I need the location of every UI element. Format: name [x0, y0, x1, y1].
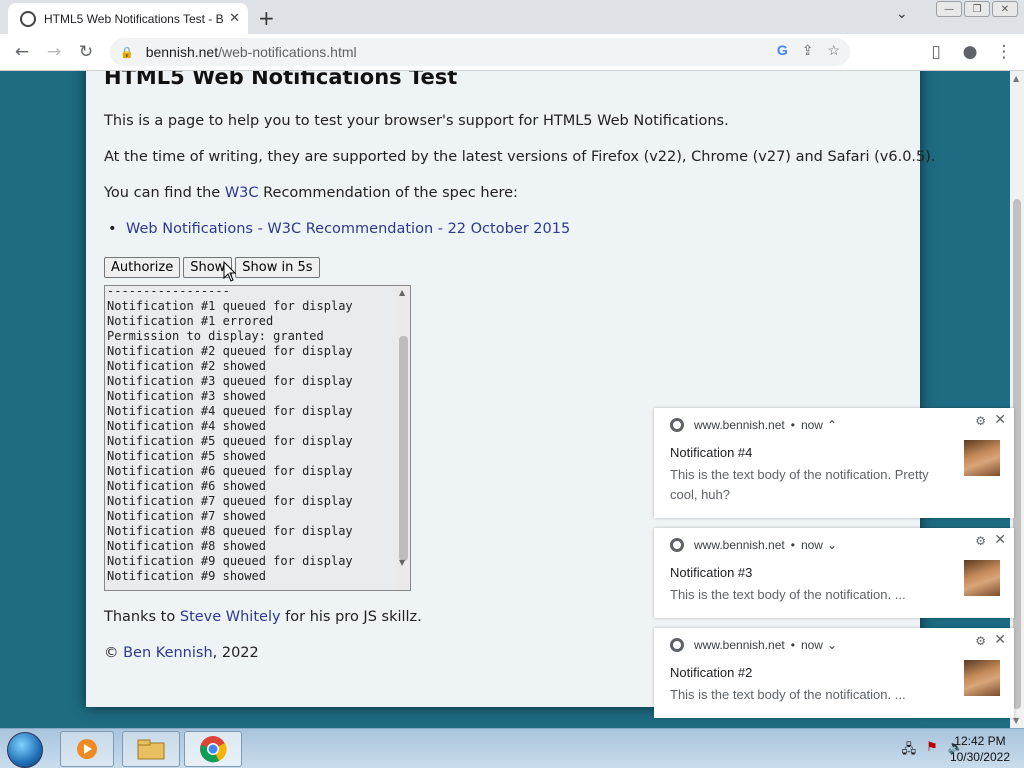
tab-strip: HTML5 Web Notifications Test - B ✕ + ⌄ —…: [0, 0, 1024, 34]
file-explorer-icon[interactable]: [122, 731, 180, 767]
scroll-up-icon[interactable]: ▲: [399, 288, 405, 297]
avatar: [964, 660, 1000, 696]
browser-tab[interactable]: HTML5 Web Notifications Test - B ✕: [8, 3, 248, 34]
back-arrow-icon[interactable]: ←: [8, 38, 36, 66]
notification-header: www.bennish.net • now ⌃: [670, 418, 837, 432]
chrome-taskbar-icon[interactable]: [184, 731, 242, 767]
site-favicon-icon: [20, 10, 36, 27]
taskbar-clock[interactable]: 12:42 PM 10/30/2022: [950, 733, 1010, 765]
notification-time: now: [800, 538, 823, 552]
restore-icon[interactable]: ❐: [964, 1, 990, 17]
clock-time: 12:42 PM: [954, 734, 1006, 748]
chevron-down-icon[interactable]: ⌄: [827, 538, 837, 552]
bookmark-star-icon[interactable]: ☆: [827, 42, 840, 59]
log-scrollbar-thumb[interactable]: [399, 336, 408, 561]
page-title: HTML5 Web Notifications Test: [104, 71, 458, 89]
thanks-post: for his pro JS skillz.: [280, 609, 422, 625]
ben-kennish-link[interactable]: Ben Kennish: [123, 645, 213, 661]
close-icon[interactable]: ✕: [994, 631, 1006, 648]
page-scrollbar-thumb[interactable]: [1013, 199, 1021, 709]
copyright-pre: ©: [104, 645, 124, 661]
clock-date: 10/30/2022: [949, 750, 1010, 764]
notification-site: www.bennish.net: [694, 418, 785, 432]
tab-search-chevron-icon[interactable]: ⌄: [896, 6, 908, 22]
log-scrollbar[interactable]: ▲ ▼: [396, 286, 410, 590]
taskbar: 🖧 ⚑ 🔊 12:42 PM 10/30/2022: [0, 728, 1024, 768]
spec-text: You can find the W3C Recommendation of t…: [104, 185, 518, 201]
notification-header: www.bennish.net • now ⌄: [670, 538, 837, 552]
share-icon[interactable]: ⇪: [802, 42, 814, 59]
notification-body: This is the text body of the notificatio…: [670, 687, 906, 702]
copyright-text: © Ben Kennish, 2022: [104, 645, 259, 661]
media-player-icon[interactable]: [60, 731, 114, 767]
page-scroll-up-icon[interactable]: ▲: [1013, 74, 1019, 83]
notification-card[interactable]: www.bennish.net • now ⌄ ⚙ ✕ Notification…: [654, 528, 1014, 618]
chevron-up-icon[interactable]: ⌃: [827, 418, 837, 432]
copyright-post: , 2022: [212, 645, 259, 661]
minimize-icon[interactable]: —: [936, 1, 962, 17]
notification-card[interactable]: www.bennish.net • now ⌃ ⚙ ✕ Notification…: [654, 408, 1014, 518]
tab-title: HTML5 Web Notifications Test - B: [44, 11, 224, 26]
thanks-text: Thanks to Steve Whitely for his pro JS s…: [104, 609, 422, 625]
notification-time: now: [800, 418, 823, 432]
steve-whitely-link[interactable]: Steve Whitely: [180, 609, 281, 625]
close-tab-icon[interactable]: ✕: [229, 11, 240, 26]
notification-title: Notification #2: [670, 665, 753, 680]
gear-icon[interactable]: ⚙: [975, 634, 986, 648]
close-icon[interactable]: ✕: [994, 411, 1006, 428]
support-text: At the time of writing, they are support…: [104, 149, 936, 165]
spec-list-item: Web Notifications - W3C Recommendation -…: [108, 221, 570, 237]
scroll-down-icon[interactable]: ▼: [399, 558, 405, 567]
notification-title: Notification #4: [670, 445, 753, 460]
menu-kebab-icon[interactable]: ⋮: [990, 38, 1018, 66]
log-text: ----------------- Notification #1 queued…: [107, 285, 353, 583]
address-bar[interactable]: 🔒 bennish.net/web-notifications.html G ⇪…: [110, 38, 850, 66]
spec-link[interactable]: Web Notifications - W3C Recommendation -…: [126, 221, 570, 237]
w3c-link[interactable]: W3C: [225, 185, 259, 201]
side-panel-icon[interactable]: ▯: [922, 38, 950, 66]
chevron-down-icon[interactable]: ⌄: [827, 638, 837, 652]
forward-arrow-icon[interactable]: →: [40, 38, 68, 66]
chrome-icon: [670, 638, 684, 652]
window-controls: — ❐ ✕: [936, 1, 1018, 17]
avatar: [964, 560, 1000, 596]
avatar: [964, 440, 1000, 476]
reload-icon[interactable]: ↻: [72, 38, 100, 66]
url-path: /web-notifications.html: [218, 44, 357, 60]
chrome-icon: [670, 418, 684, 432]
log-textarea[interactable]: ----------------- Notification #1 queued…: [104, 285, 411, 591]
start-button[interactable]: [7, 732, 43, 768]
mouse-cursor-icon: [223, 261, 237, 282]
lock-icon[interactable]: 🔒: [120, 46, 134, 59]
notification-card[interactable]: www.bennish.net • now ⌄ ⚙ ✕ Notification…: [654, 628, 1014, 718]
close-window-icon[interactable]: ✕: [992, 1, 1018, 17]
notification-time: now: [800, 638, 823, 652]
notification-site: www.bennish.net: [694, 538, 785, 552]
action-center-flag-icon[interactable]: ⚑: [926, 740, 938, 762]
show-in-5s-button[interactable]: Show in 5s: [235, 257, 320, 278]
browser-toolbar: ← → ↻ 🔒 bennish.net/web-notifications.ht…: [0, 34, 1024, 71]
gear-icon[interactable]: ⚙: [975, 414, 986, 428]
intro-text: This is a page to help you to test your …: [104, 113, 729, 129]
notification-body: This is the text body of the notificatio…: [670, 467, 929, 502]
notification-site: www.bennish.net: [694, 638, 785, 652]
authorize-button[interactable]: Authorize: [104, 257, 181, 278]
close-icon[interactable]: ✕: [994, 531, 1006, 548]
profile-avatar-icon[interactable]: ●: [956, 38, 984, 66]
notification-title: Notification #3: [670, 565, 753, 580]
network-icon[interactable]: 🖧: [902, 740, 917, 762]
spec-text-pre: You can find the: [104, 185, 225, 201]
google-icon[interactable]: G: [777, 42, 788, 59]
chrome-icon: [670, 538, 684, 552]
button-row: Authorize Show Show in 5s: [104, 257, 320, 278]
spec-text-post: Recommendation of the spec here:: [258, 185, 518, 201]
notification-body: This is the text body of the notificatio…: [670, 587, 906, 602]
notification-header: www.bennish.net • now ⌄: [670, 638, 837, 652]
new-tab-icon[interactable]: +: [258, 6, 275, 30]
url-domain: bennish.net: [145, 44, 219, 60]
thanks-pre: Thanks to: [104, 609, 180, 625]
gear-icon[interactable]: ⚙: [975, 534, 986, 548]
